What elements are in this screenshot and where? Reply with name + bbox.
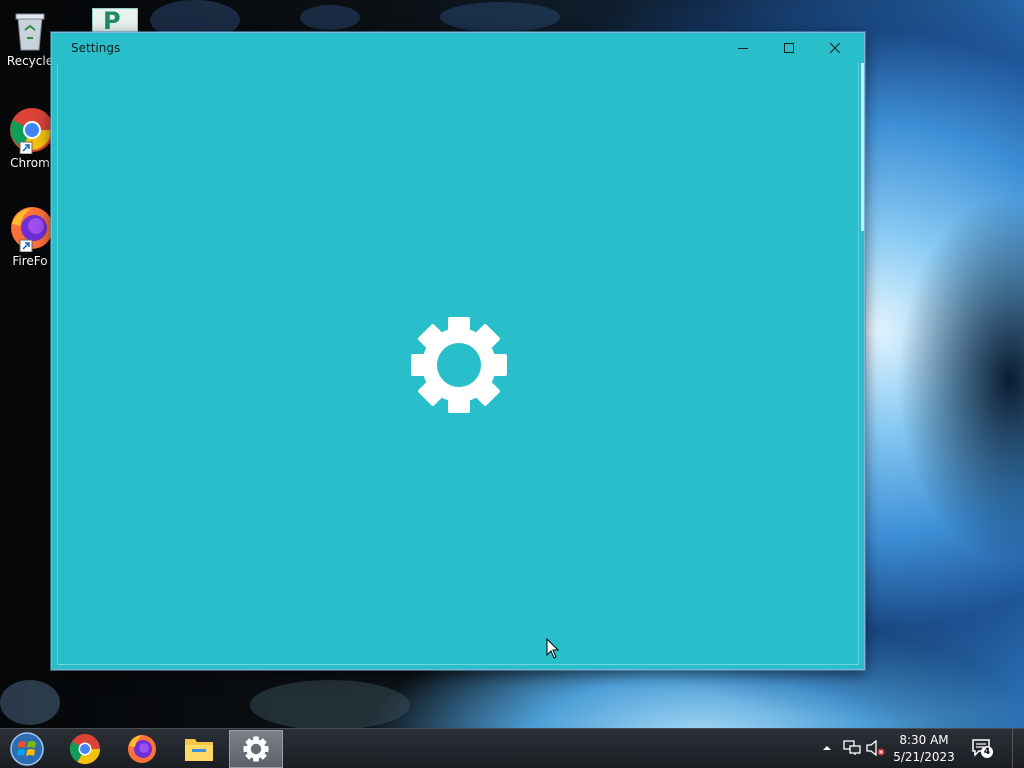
firefox-icon bbox=[128, 735, 156, 763]
close-button[interactable] bbox=[812, 33, 858, 63]
clock-date: 5/21/2023 bbox=[893, 750, 955, 764]
mouse-cursor-icon bbox=[546, 638, 560, 659]
maximize-icon bbox=[784, 43, 794, 53]
taskbar-chrome-button[interactable] bbox=[58, 730, 112, 768]
taskbar-clock[interactable]: 8:30 AM 5/21/2023 bbox=[886, 732, 962, 766]
minimize-button[interactable] bbox=[720, 33, 766, 63]
taskbar-settings-button[interactable] bbox=[229, 730, 283, 768]
chevron-up-icon bbox=[823, 746, 831, 750]
gear-icon bbox=[411, 317, 507, 413]
volume-button[interactable] bbox=[866, 739, 886, 757]
chrome-icon bbox=[69, 734, 100, 765]
firefox-icon bbox=[11, 207, 53, 252]
windows-start-icon bbox=[10, 732, 44, 766]
taskbar-firefox-button[interactable] bbox=[115, 730, 169, 768]
volume-muted-icon bbox=[866, 740, 885, 756]
notification-count-badge: 4 bbox=[981, 746, 993, 758]
scrollbar[interactable] bbox=[860, 63, 864, 663]
show-desktop-button[interactable] bbox=[1012, 729, 1024, 768]
recycle-bin-icon bbox=[15, 13, 45, 51]
start-button[interactable] bbox=[2, 730, 52, 768]
minimize-icon bbox=[738, 48, 748, 49]
wallpaper-speckle bbox=[250, 680, 410, 730]
window-title: Settings bbox=[71, 41, 121, 55]
maximize-button[interactable] bbox=[766, 33, 812, 63]
settings-gear-icon bbox=[243, 736, 269, 762]
chrome-icon bbox=[10, 108, 54, 154]
network-icon bbox=[843, 740, 861, 755]
clock-time: 8:30 AM bbox=[899, 733, 949, 747]
wallpaper-speckle bbox=[300, 5, 360, 30]
network-button[interactable] bbox=[842, 739, 862, 757]
window-titlebar[interactable]: Settings bbox=[52, 33, 864, 63]
file-explorer-icon bbox=[185, 739, 213, 761]
close-icon bbox=[829, 42, 841, 54]
taskbar: 8:30 AM 5/21/2023 4 bbox=[0, 728, 1024, 768]
show-hidden-icons-button[interactable] bbox=[820, 739, 834, 757]
wallpaper-speckle bbox=[0, 680, 60, 725]
settings-splash-gear bbox=[409, 315, 509, 415]
action-center-button[interactable]: 4 bbox=[970, 737, 994, 759]
wallpaper-speckle bbox=[440, 2, 560, 32]
desktop: Recycle P Chrom FireFo Settings 8:30 AM … bbox=[0, 0, 1024, 768]
taskbar-file-explorer-button[interactable] bbox=[172, 730, 226, 768]
settings-window[interactable]: Settings bbox=[51, 32, 865, 670]
scrollbar-thumb[interactable] bbox=[861, 63, 864, 231]
